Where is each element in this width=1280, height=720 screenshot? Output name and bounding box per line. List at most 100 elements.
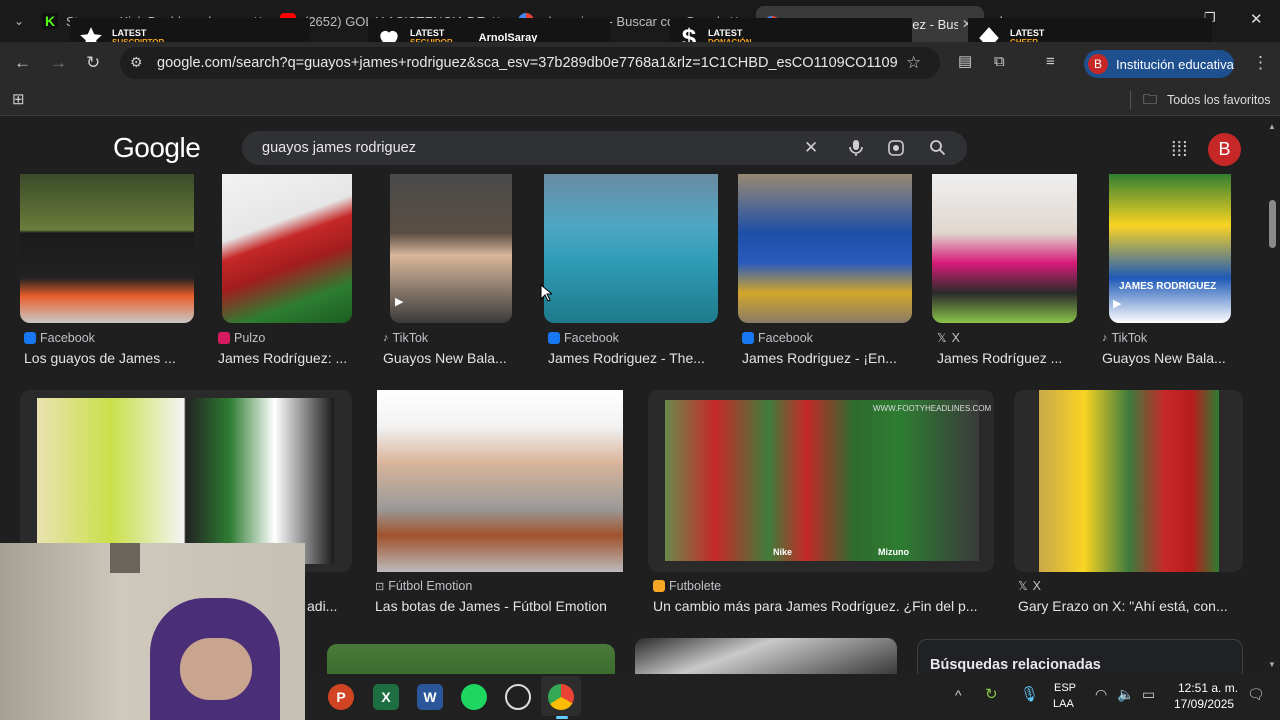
result-source[interactable]: ⊡ Fútbol Emotion	[375, 579, 472, 593]
result-source[interactable]: 𝕏X	[937, 331, 960, 345]
apps-grid-icon[interactable]: ⊞	[12, 92, 25, 107]
excel-icon[interactable]: X	[373, 684, 399, 710]
clock-time[interactable]: 12:51 a. m.	[1178, 681, 1238, 695]
webcam-person-face	[180, 638, 252, 700]
media-icon[interactable]: ≡	[1046, 54, 1055, 69]
tray-expand-icon[interactable]: ^	[955, 688, 962, 702]
image-watermark: WWW.FOOTYHEADLINES.COM	[873, 404, 992, 413]
result-caption[interactable]: James Rodríguez: ...	[218, 350, 358, 366]
result-caption[interactable]: adi...	[307, 598, 347, 614]
result-source[interactable]: Futbolete	[653, 579, 721, 593]
tab-search-button[interactable]: ⌄	[4, 8, 34, 34]
search-icon[interactable]	[929, 139, 946, 156]
result-image[interactable]	[738, 173, 912, 323]
scrollbar-thumb[interactable]	[1269, 200, 1276, 248]
divider	[1130, 91, 1131, 109]
all-favorites-link[interactable]: Todos los favoritos	[1167, 93, 1271, 107]
result-image[interactable]	[20, 173, 194, 323]
result-caption[interactable]: Las botas de James - Fútbol Emotion	[375, 598, 625, 614]
bookmark-star-icon[interactable]: ☆	[906, 54, 921, 71]
result-caption[interactable]: James Rodriguez - ¡En...	[742, 350, 912, 366]
volume-icon[interactable]: 🔈	[1117, 687, 1134, 701]
microphone-icon[interactable]: 🎙	[1020, 687, 1039, 702]
result-image[interactable]	[37, 398, 334, 564]
result-caption[interactable]: James Rodriguez - The...	[548, 350, 718, 366]
powerpoint-icon[interactable]: P	[328, 684, 354, 710]
sync-icon[interactable]: ↻	[985, 687, 998, 702]
microphone-icon[interactable]	[848, 139, 864, 157]
result-source[interactable]: Facebook	[742, 331, 813, 345]
bookmarks-bar: ⊞ 🗀 Todos los favoritos	[0, 84, 1280, 116]
result-source[interactable]: Pulzo	[218, 331, 265, 345]
address-bar[interactable]: ⚙ google.com/search?q=guayos+james+rodri…	[120, 47, 940, 79]
alert-title: LATEST	[410, 28, 445, 38]
result-image[interactable]	[544, 173, 718, 323]
result-caption[interactable]: Los guayos de James ...	[24, 350, 189, 366]
battery-icon[interactable]: ▭	[1142, 687, 1155, 701]
active-indicator	[556, 716, 568, 719]
result-caption[interactable]: Guayos New Bala...	[383, 350, 523, 366]
clock-date[interactable]: 17/09/2025	[1174, 697, 1234, 711]
result-source[interactable]: ♪ TikTok	[1102, 331, 1147, 345]
wifi-icon[interactable]: ◠	[1095, 687, 1107, 701]
lens-icon[interactable]	[887, 139, 905, 157]
scroll-up-icon[interactable]: ▲	[1268, 122, 1276, 131]
obs-icon[interactable]	[505, 684, 531, 710]
alert-title: LATEST	[708, 28, 743, 38]
image-label-nike: Nike	[773, 547, 793, 557]
reload-icon[interactable]: ↻	[86, 54, 100, 71]
result-source[interactable]: Facebook	[548, 331, 619, 345]
result-image[interactable]	[222, 173, 352, 323]
close-window-icon[interactable]: ✕	[1250, 10, 1263, 28]
site-settings-icon[interactable]: ⚙	[130, 55, 143, 69]
chrome-icon[interactable]	[548, 684, 574, 710]
language-code[interactable]: ESP	[1054, 682, 1076, 694]
extensions-icon[interactable]: ⧉	[994, 54, 1005, 69]
result-image[interactable]: ▶	[390, 173, 512, 323]
result-caption[interactable]: Guayos New Bala...	[1102, 350, 1242, 366]
back-icon[interactable]: ←	[14, 54, 31, 71]
google-apps-icon[interactable]: ⁞⁞⁞	[1171, 140, 1188, 160]
clear-icon[interactable]: ✕	[804, 139, 818, 156]
result-image[interactable]	[327, 644, 615, 674]
result-image[interactable]	[635, 638, 897, 674]
image-label-mizuno: Mizuno	[878, 547, 909, 557]
notification-icon[interactable]: 🗨	[1247, 687, 1265, 701]
result-source[interactable]: Facebook	[24, 331, 95, 345]
page-icon[interactable]: ▤	[958, 54, 972, 69]
google-logo[interactable]: Google	[113, 132, 201, 164]
spotify-icon[interactable]	[461, 684, 487, 710]
play-icon: ▶	[1113, 298, 1122, 310]
keyboard-layout[interactable]: LAA	[1053, 698, 1074, 710]
scroll-down-icon[interactable]: ▼	[1268, 660, 1276, 669]
forward-icon[interactable]: →	[50, 54, 67, 71]
result-caption[interactable]: Gary Erazo on X: "Ahí está, con...	[1018, 598, 1243, 614]
result-image[interactable]	[932, 173, 1077, 323]
result-caption[interactable]: James Rodríguez ...	[937, 350, 1077, 366]
result-source[interactable]: ♪ TikTok	[383, 331, 428, 345]
result-image[interactable]	[377, 390, 623, 572]
profile-avatar: B	[1088, 54, 1108, 74]
menu-icon[interactable]: ⋮	[1252, 54, 1269, 71]
play-icon: ▶	[395, 296, 404, 308]
image-overlay-text: JAMES RODRIGUEZ	[1119, 281, 1217, 292]
futbol-emotion-icon: ⊡	[375, 580, 385, 593]
facebook-icon	[24, 332, 36, 344]
related-searches-title: Búsquedas relacionadas	[930, 657, 1101, 673]
result-source[interactable]: 𝕏X	[1018, 579, 1041, 593]
search-box[interactable]: guayos james rodriguez ✕	[242, 131, 967, 165]
word-icon[interactable]: W	[417, 684, 443, 710]
result-image[interactable]: JAMES RODRIGUEZ ▶	[1109, 173, 1231, 323]
profile-button[interactable]: B Institución educativa	[1084, 50, 1234, 78]
result-image[interactable]: WWW.FOOTYHEADLINES.COM Nike Mizuno	[665, 400, 991, 561]
mouse-cursor-icon	[540, 284, 552, 302]
result-image[interactable]	[1039, 390, 1219, 572]
facebook-icon	[548, 332, 560, 344]
page-scrollbar[interactable]: ▲ ▼	[1266, 116, 1280, 674]
google-account-avatar[interactable]: B	[1208, 133, 1241, 166]
result-caption[interactable]: Un cambio más para James Rodríguez. ¿Fin…	[653, 598, 993, 614]
address-url[interactable]: google.com/search?q=guayos+james+rodrigu…	[157, 55, 897, 71]
google-header: Google guayos james rodriguez ✕ ⁞⁞⁞ B	[0, 116, 1266, 174]
folder-icon: 🗀	[1143, 91, 1157, 107]
search-input[interactable]: guayos james rodriguez	[262, 140, 416, 156]
